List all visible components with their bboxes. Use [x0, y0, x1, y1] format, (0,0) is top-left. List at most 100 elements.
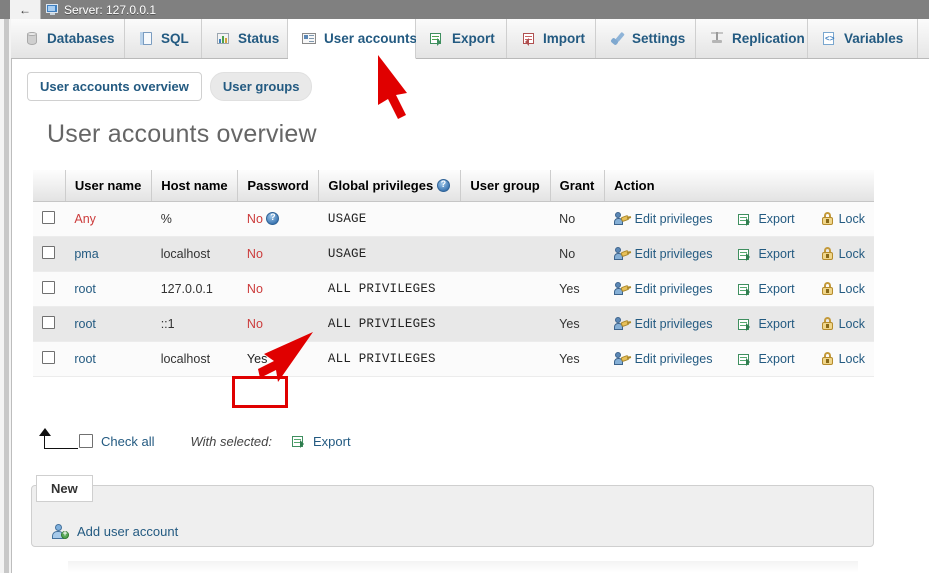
tab-settings[interactable]: Settings: [596, 19, 696, 58]
check-all-checkbox[interactable]: [79, 434, 93, 448]
row-checkbox[interactable]: [42, 211, 55, 224]
row-lock-link[interactable]: Lock: [821, 317, 865, 331]
tab-databases[interactable]: Databases: [11, 19, 125, 58]
tab-export[interactable]: Export: [416, 19, 507, 58]
tab-label: Variables: [844, 30, 904, 46]
tab-variables[interactable]: <> Variables: [808, 19, 918, 58]
edit-privileges-link[interactable]: Edit privileges: [613, 352, 712, 366]
table-body: Any%No USAGENoEdit privilegesExportLockp…: [33, 201, 874, 377]
column-header-action: Action: [604, 170, 874, 202]
export-icon: [292, 435, 307, 448]
row-export-link[interactable]: Export: [738, 247, 795, 261]
cell-host-name: localhost: [151, 341, 238, 377]
row-lock-link[interactable]: Lock: [821, 247, 865, 261]
edit-privileges-link[interactable]: Edit privileges: [613, 212, 713, 226]
sub-tab-user-groups[interactable]: User groups: [209, 72, 313, 101]
row-lock-link[interactable]: Lock: [821, 212, 865, 226]
tab-status[interactable]: Status: [202, 19, 288, 58]
cell-host-name: 127.0.0.1: [151, 271, 238, 307]
cell-password: No: [237, 236, 319, 272]
tab-label: Status: [238, 30, 280, 46]
help-icon[interactable]: [436, 179, 450, 192]
tab-replication[interactable]: Replication: [696, 19, 808, 58]
row-lock-link[interactable]: Lock: [821, 282, 865, 296]
tab-label: User accounts: [324, 30, 418, 46]
add-user-account-label: Add user account: [77, 524, 179, 539]
lock-icon: [821, 282, 834, 296]
bulk-export-button[interactable]: Export: [292, 434, 351, 449]
column-header-label: Global privileges: [328, 178, 434, 193]
sidebar-rail: [0, 19, 12, 573]
check-all-label[interactable]: Check all: [101, 434, 154, 449]
tab-sql[interactable]: SQL: [125, 19, 202, 58]
cell-global-privileges: ALL PRIVILEGES: [318, 306, 461, 342]
column-header-checkbox: [33, 170, 66, 202]
server-label-group: Server: 127.0.0.1: [41, 0, 156, 19]
table-head: User name Host name Password Global priv…: [33, 170, 874, 202]
add-user-account-link[interactable]: Add user account: [52, 524, 178, 539]
cell-global-privileges: ALL PRIVILEGES: [318, 341, 461, 377]
row-lock-link[interactable]: Lock: [821, 352, 865, 366]
user-name-link[interactable]: root: [74, 317, 96, 331]
cell-user-name: root: [65, 271, 152, 307]
table-row: root::1 No ALL PRIVILEGES Yes Edit privilege…: [33, 306, 874, 342]
column-header-user-name[interactable]: User name: [65, 170, 153, 202]
export-icon: [429, 31, 445, 46]
row-export-label: Export: [758, 212, 795, 226]
row-export-link[interactable]: Export: [738, 317, 795, 331]
add-user-icon: [52, 524, 69, 539]
sub-tab-label: User groups: [222, 79, 300, 94]
tab-label: Databases: [47, 30, 115, 46]
cell-global-privileges: USAGE: [318, 201, 461, 237]
sub-tab-user-accounts-overview[interactable]: User accounts overview: [27, 72, 202, 101]
edit-privileges-label: Edit privileges: [634, 282, 713, 296]
edit-privileges-link[interactable]: Edit privileges: [613, 317, 712, 331]
tab-label: SQL: [161, 30, 189, 46]
cell-password: No: [237, 271, 319, 307]
tab-import[interactable]: Import: [507, 19, 596, 58]
edit-privileges-link[interactable]: Edit privileges: [613, 282, 713, 296]
cell-user-group: [460, 201, 551, 237]
edit-privileges-icon: [613, 317, 630, 331]
export-icon: [738, 318, 753, 331]
export-icon: [738, 248, 753, 261]
column-header-grant[interactable]: Grant: [550, 170, 606, 202]
cell-host-name: %: [151, 201, 238, 237]
column-header-password[interactable]: Password: [237, 170, 320, 202]
main-tab-bar: Databases SQL Status User accounts Expor…: [11, 19, 929, 59]
row-checkbox[interactable]: [42, 246, 55, 259]
row-lock-label: Lock: [838, 317, 865, 331]
table-row: root localhost Yes ALL PRIVILEGES Yes Edit pr…: [33, 341, 874, 377]
edit-privileges-link[interactable]: Edit privileges: [613, 247, 712, 261]
sidebar-resize-handle[interactable]: [4, 19, 9, 573]
cell-user-name: Any: [65, 201, 152, 237]
help-icon[interactable]: [266, 212, 280, 225]
back-arrow-icon[interactable]: ←: [10, 0, 41, 19]
cell-user-name: pma: [65, 236, 152, 272]
user-name-link[interactable]: Any: [74, 212, 96, 226]
row-export-link[interactable]: Export: [738, 352, 795, 366]
user-name-link[interactable]: pma: [74, 247, 98, 261]
tab-user-accounts[interactable]: User accounts: [288, 19, 418, 59]
column-header-host-name[interactable]: Host name: [151, 170, 239, 202]
row-export-link[interactable]: Export: [738, 212, 795, 226]
edit-privileges-icon: [613, 247, 630, 261]
user-card-icon: [301, 31, 317, 46]
cell-global-privileges: ALL PRIVILEGES: [318, 271, 461, 307]
row-export-link[interactable]: Export: [738, 282, 795, 296]
edit-privileges-icon: [613, 282, 630, 296]
tab-label: Import: [543, 30, 585, 46]
database-icon: [24, 31, 40, 46]
row-checkbox-cell: [33, 236, 66, 272]
user-name-link[interactable]: root: [74, 352, 96, 366]
user-accounts-table: User name Host name Password Global priv…: [33, 170, 874, 377]
user-name-link[interactable]: root: [74, 282, 96, 296]
tab-label: Settings: [632, 30, 686, 46]
row-checkbox[interactable]: [42, 281, 55, 294]
lock-icon: [821, 352, 834, 366]
row-checkbox[interactable]: [42, 316, 55, 329]
column-header-global-privileges[interactable]: Global privileges: [318, 170, 462, 202]
row-checkbox[interactable]: [42, 351, 55, 364]
edit-privileges-label: Edit privileges: [634, 212, 713, 226]
column-header-user-group[interactable]: User group: [460, 170, 551, 202]
